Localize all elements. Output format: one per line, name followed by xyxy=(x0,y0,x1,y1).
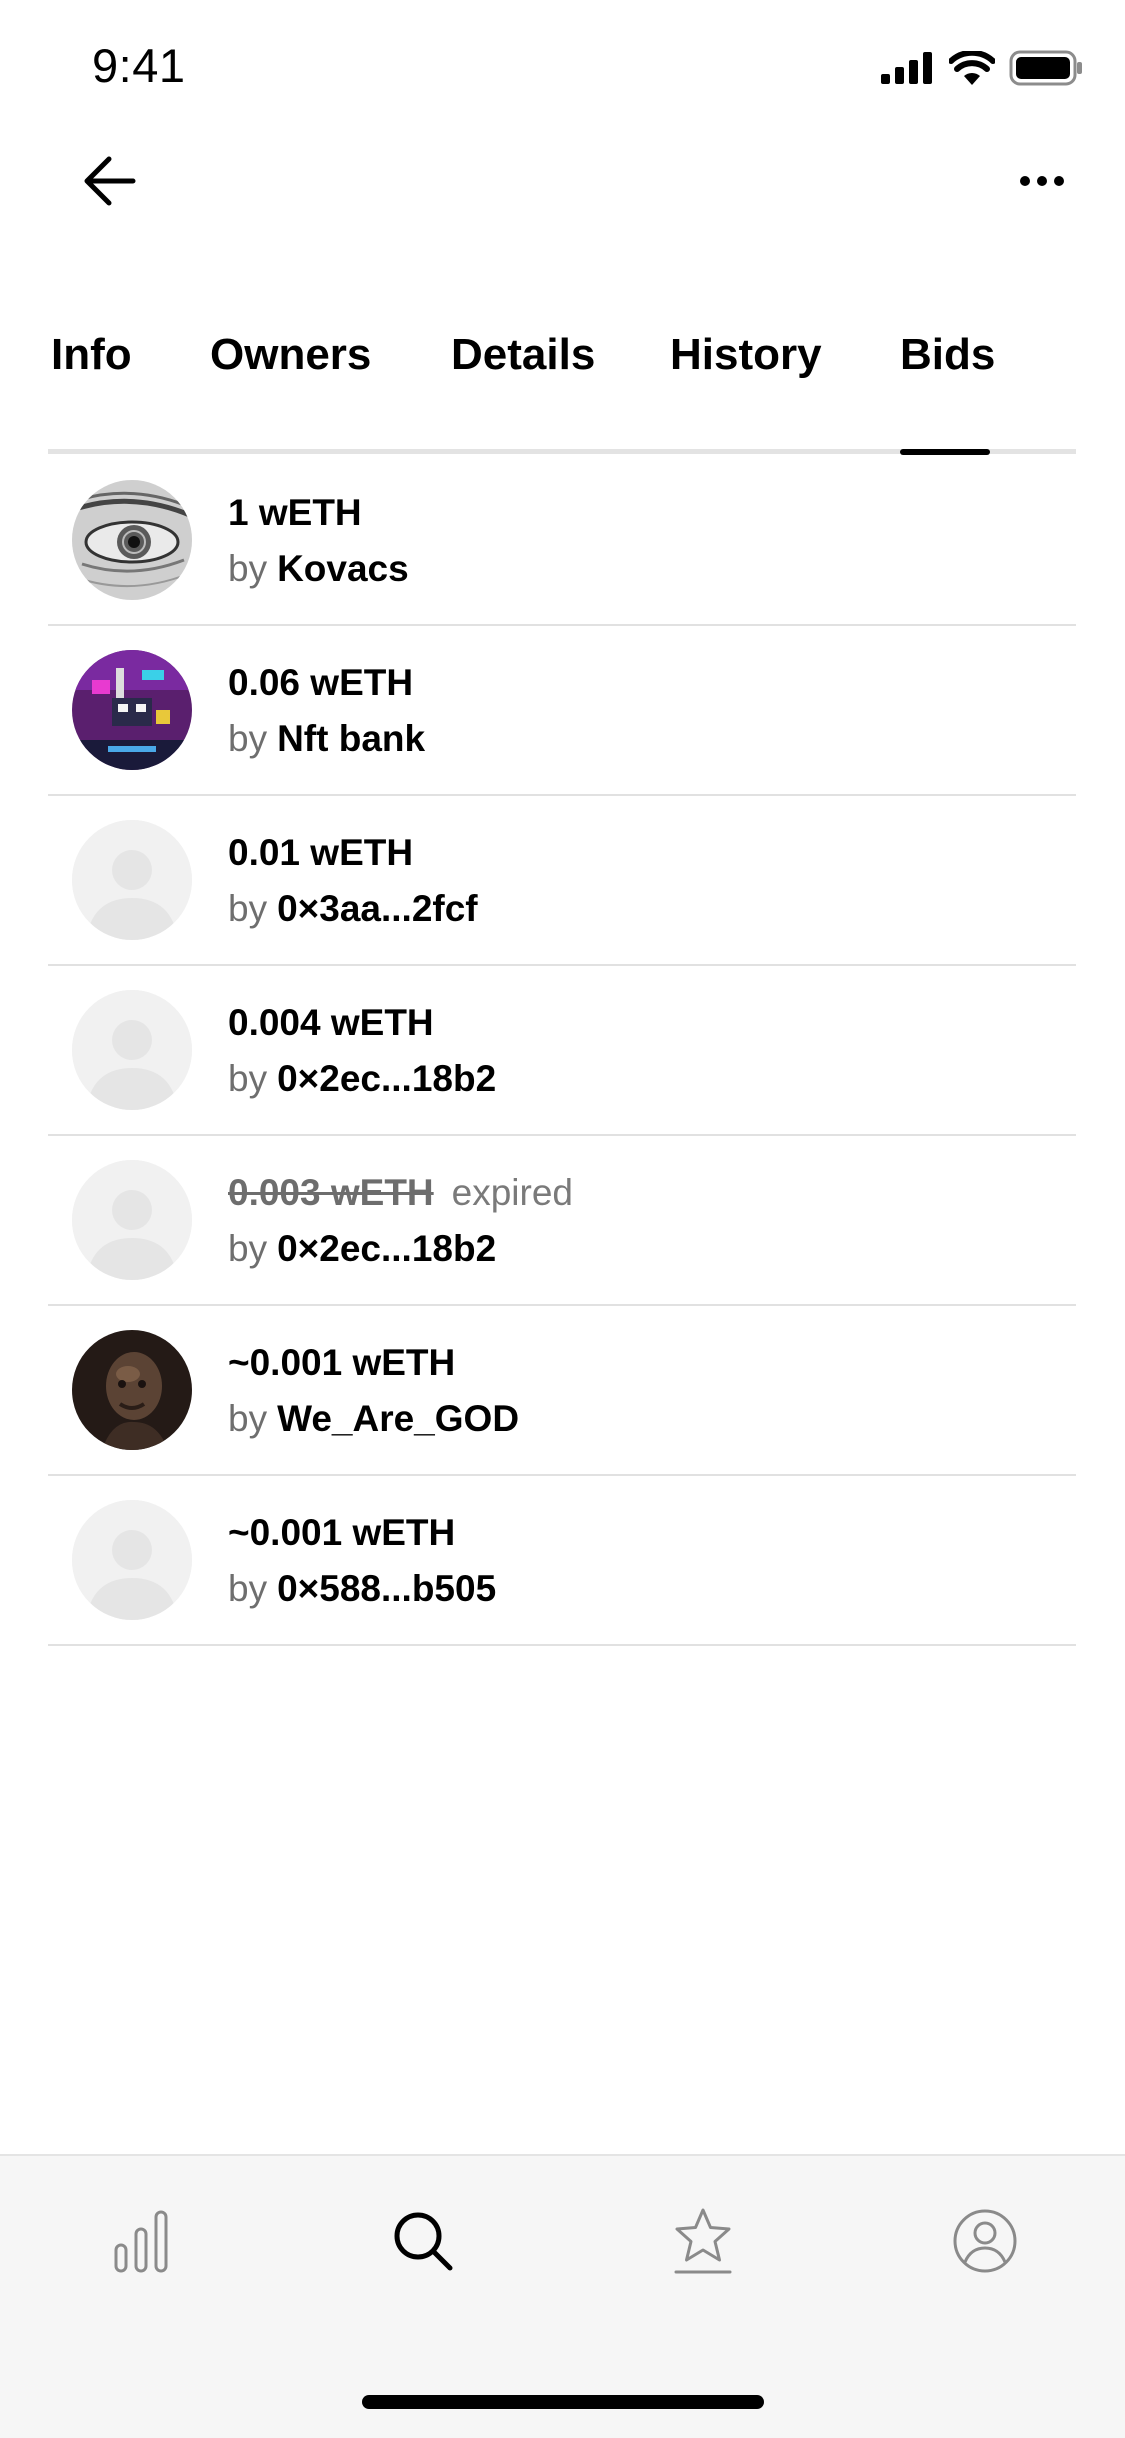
wifi-icon xyxy=(949,51,995,85)
bidder-avatar xyxy=(72,1330,192,1450)
bid-row[interactable]: ~0.001 wETH by We_Are_GOD xyxy=(48,1306,1076,1476)
by-label: by xyxy=(228,888,268,929)
tab-bar-profile[interactable] xyxy=(940,2196,1030,2286)
section-tabs: Info Owners Details History Bids xyxy=(48,330,1076,454)
profile-icon xyxy=(953,2209,1017,2273)
tab-owners[interactable]: Owners xyxy=(210,330,371,380)
ellipsis-icon xyxy=(1020,176,1064,186)
bidder-avatar xyxy=(72,820,192,940)
bid-amount: ~0.001 wETH xyxy=(228,1512,456,1553)
tab-info[interactable]: Info xyxy=(51,330,132,380)
bidder-name: 0×588...b505 xyxy=(277,1568,497,1609)
bidder-avatar xyxy=(72,1160,192,1280)
by-label: by xyxy=(228,1398,268,1439)
default-user-avatar-icon xyxy=(72,820,192,940)
default-user-avatar-icon xyxy=(72,1160,192,1280)
by-label: by xyxy=(228,718,268,759)
by-label: by xyxy=(228,1228,268,1269)
dark-portrait-avatar-icon xyxy=(72,1330,192,1450)
bid-amount: 0.06 wETH xyxy=(228,662,414,703)
bid-row-expired[interactable]: 0.003 wETH expired by 0×2ec...18b2 xyxy=(48,1136,1076,1306)
tab-bids[interactable]: Bids xyxy=(900,330,995,380)
tab-bar-search[interactable] xyxy=(378,2196,468,2286)
tab-bar-stats[interactable] xyxy=(96,2196,186,2286)
bids-list: 1 wETH by Kovacs 0.06 wETH by Nft bank 0… xyxy=(48,456,1076,1646)
bidder-name: 0×2ec...18b2 xyxy=(277,1228,497,1269)
expired-label: expired xyxy=(451,1172,574,1213)
status-bar: 9:41 xyxy=(0,0,1125,132)
bid-amount: 1 wETH xyxy=(228,492,362,533)
status-icons xyxy=(881,50,1083,86)
bidder-name: Nft bank xyxy=(277,718,426,759)
bidder-avatar xyxy=(72,480,192,600)
by-label: by xyxy=(228,548,268,589)
bidder-avatar xyxy=(72,990,192,1110)
bid-amount: ~0.001 wETH xyxy=(228,1342,456,1383)
bid-row[interactable]: 0.01 wETH by 0×3aa...2fcf xyxy=(48,796,1076,966)
bar-chart-icon xyxy=(114,2210,168,2273)
navigation-bar xyxy=(0,140,1125,270)
bidder-avatar xyxy=(72,1500,192,1620)
home-indicator[interactable] xyxy=(362,2395,764,2409)
bidder-name: 0×3aa...2fcf xyxy=(277,888,478,929)
back-button[interactable] xyxy=(74,146,144,216)
bid-amount: 0.004 wETH xyxy=(228,1002,434,1043)
by-label: by xyxy=(228,1568,268,1609)
bidder-avatar xyxy=(72,650,192,770)
pixel-art-avatar-icon xyxy=(72,650,192,770)
bidder-name: We_Are_GOD xyxy=(277,1398,520,1439)
more-options-button[interactable] xyxy=(999,146,1085,216)
default-user-avatar-icon xyxy=(72,1500,192,1620)
bid-amount: 0.003 wETH xyxy=(228,1172,434,1213)
search-icon xyxy=(394,2212,453,2271)
bid-row[interactable]: 0.06 wETH by Nft bank xyxy=(48,626,1076,796)
battery-icon xyxy=(1009,50,1082,86)
arrow-left-icon xyxy=(84,156,136,206)
tab-history[interactable]: History xyxy=(670,330,822,380)
star-icon xyxy=(674,2208,732,2274)
bid-row[interactable]: ~0.001 wETH by 0×588...b505 xyxy=(48,1476,1076,1646)
bidder-name: Kovacs xyxy=(277,548,409,589)
status-time: 9:41 xyxy=(92,39,186,92)
bidder-name: 0×2ec...18b2 xyxy=(277,1058,497,1099)
active-tab-indicator xyxy=(900,449,990,455)
cellular-signal-icon xyxy=(881,52,932,84)
bid-amount: 0.01 wETH xyxy=(228,832,414,873)
bid-row[interactable]: 0.004 wETH by 0×2ec...18b2 xyxy=(48,966,1076,1136)
default-user-avatar-icon xyxy=(72,990,192,1110)
tab-details[interactable]: Details xyxy=(451,330,595,380)
eye-artwork-avatar-icon xyxy=(72,480,192,600)
tab-bar-favorites[interactable] xyxy=(658,2196,748,2286)
by-label: by xyxy=(228,1058,268,1099)
bid-row[interactable]: 1 wETH by Kovacs xyxy=(48,456,1076,626)
